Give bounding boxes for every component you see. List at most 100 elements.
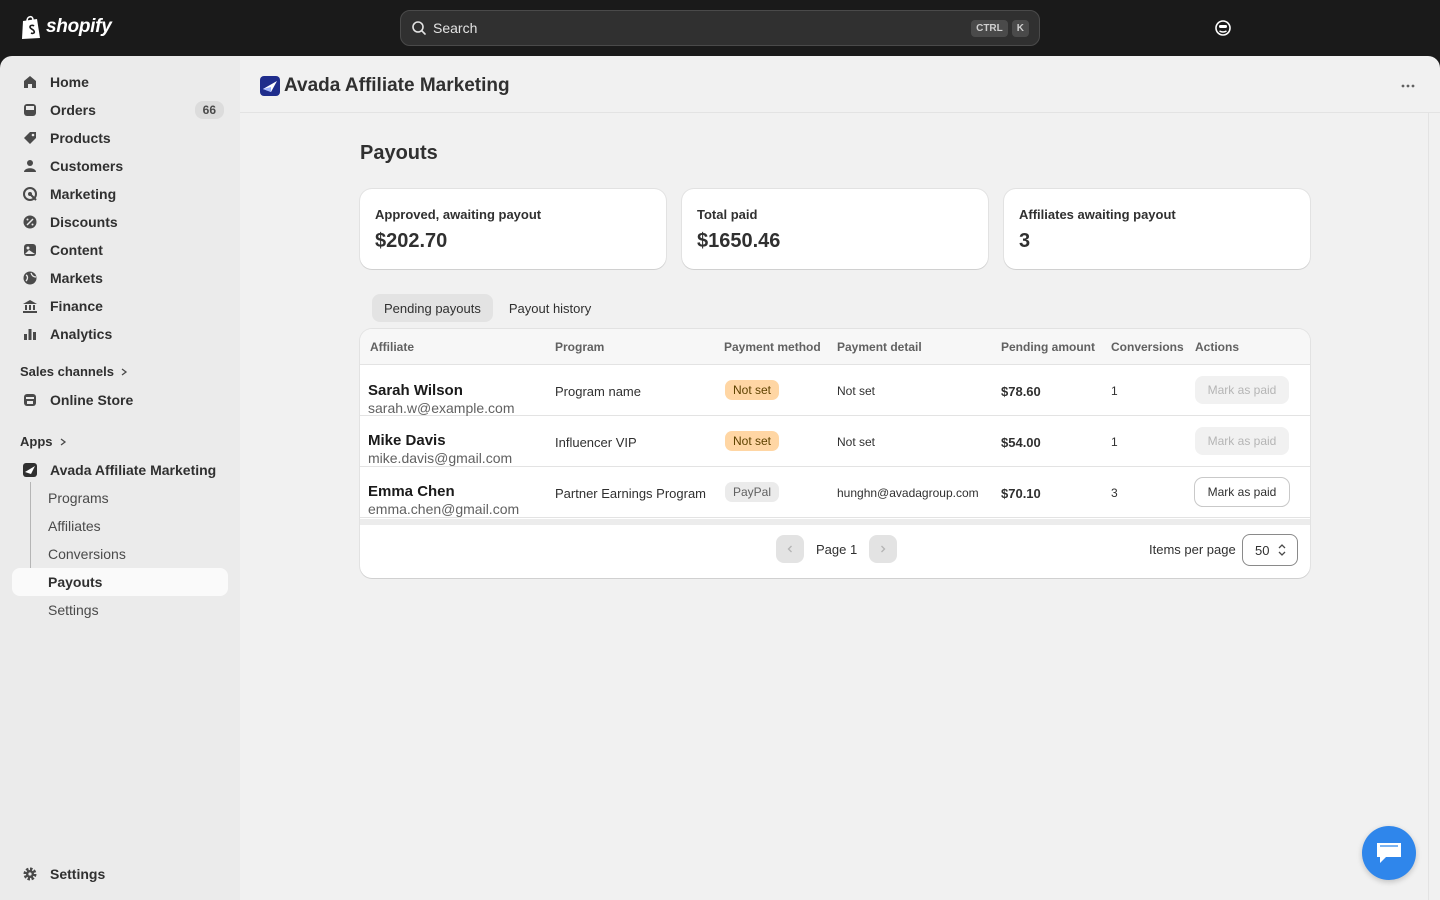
affiliate-name: Emma Chen: [368, 483, 455, 500]
shopify-logo[interactable]: shopify: [20, 14, 112, 40]
sidebar-subitem-payouts[interactable]: Payouts: [12, 568, 228, 596]
sidebar-item-label: Orders: [50, 102, 96, 118]
chat-support-button[interactable]: [1362, 826, 1416, 880]
sidebar-item-products[interactable]: Products: [12, 124, 228, 152]
chevron-left-icon: [787, 545, 792, 553]
storefront-icon: [24, 394, 36, 406]
payment-detail: Not set: [837, 435, 876, 449]
subitem-label: Affiliates: [48, 518, 101, 534]
sidebar-item-avada-app[interactable]: Avada Affiliate Marketing: [12, 456, 228, 484]
stat-label: Affiliates awaiting payout: [1019, 207, 1176, 222]
column-header: Affiliate: [370, 340, 415, 354]
conversions-count: 1: [1111, 384, 1118, 398]
shortcut-k: K: [1011, 19, 1029, 37]
scrollbar-track[interactable]: [1428, 113, 1440, 900]
shortcut-ctrl: CTRL: [971, 19, 1008, 37]
person-icon: [24, 160, 36, 172]
sidebar-subitem-programs[interactable]: Programs: [12, 484, 228, 512]
program-name: Program name: [555, 384, 641, 399]
pending-amount: $54.00: [1001, 435, 1041, 450]
sidebar-subitem-affiliates[interactable]: Affiliates: [12, 512, 228, 540]
payouts-table: Affiliate Program Payment method Payment…: [360, 329, 1310, 578]
content-icon: [24, 244, 36, 256]
sidebar-item-online-store[interactable]: Online Store: [12, 386, 228, 414]
sidebar-item-finance[interactable]: Finance: [12, 292, 228, 320]
avada-logo-icon: [263, 81, 277, 92]
bar-chart-icon: [24, 329, 36, 340]
sidebar-item-discounts[interactable]: Discounts: [12, 208, 228, 236]
stat-card-affiliates-awaiting: Affiliates awaiting payout 3: [1004, 189, 1310, 269]
tab-pending-payouts[interactable]: Pending payouts: [372, 294, 493, 322]
items-per-page-select[interactable]: 50: [1242, 534, 1298, 566]
sidebar-item-settings[interactable]: Settings: [12, 860, 228, 888]
sidebar-item-markets[interactable]: Markets: [12, 264, 228, 292]
bank-icon: [23, 300, 37, 313]
payment-method-badge: Not set: [725, 380, 780, 400]
globe-icon: [23, 271, 37, 285]
store-account-icon[interactable]: [1214, 19, 1232, 37]
affiliate-name: Mike Davis: [368, 432, 446, 449]
avada-app-icon: [23, 463, 37, 477]
sidebar-item-label: Products: [50, 130, 111, 146]
sidebar-item-label: Analytics: [50, 326, 113, 342]
table-row[interactable]: Mike Davis mike.davis@gmail.com Influenc…: [360, 416, 1310, 467]
affiliate-name: Sarah Wilson: [368, 382, 463, 399]
sidebar-item-orders[interactable]: Orders 66: [12, 96, 228, 124]
subitem-label: Conversions: [48, 546, 126, 562]
sidebar-subitem-settings[interactable]: Settings: [12, 596, 228, 624]
search-placeholder: Search: [433, 20, 478, 36]
affiliate-email: mike.davis@gmail.com: [368, 450, 513, 466]
tab-payout-history[interactable]: Payout history: [497, 294, 603, 322]
chat-bubble-icon: [1377, 843, 1401, 863]
stat-value: 3: [1019, 230, 1031, 252]
affiliate-email: emma.chen@gmail.com: [368, 501, 520, 517]
items-per-page-value: 50: [1255, 542, 1270, 558]
sidebar: Home Orders 66 Products Customers Market…: [0, 56, 240, 900]
sidebar-item-label: Home: [50, 74, 89, 90]
sidebar-item-label: Avada Affiliate Marketing: [50, 462, 217, 478]
main-content: Avada Affiliate Marketing Payouts Approv…: [240, 56, 1440, 900]
column-header: Actions: [1195, 340, 1240, 354]
sales-channels-section[interactable]: Sales channels: [20, 364, 128, 379]
column-header: Payment method: [724, 340, 821, 354]
inbox-icon: [24, 104, 36, 116]
sidebar-item-label: Customers: [50, 158, 124, 174]
sidebar-item-label: Marketing: [50, 186, 117, 202]
mark-as-paid-button[interactable]: Mark as paid: [1195, 478, 1289, 506]
horizontal-scrollbar[interactable]: [360, 519, 1310, 525]
search-bar[interactable]: Search CTRL K: [400, 10, 1040, 46]
table-row[interactable]: Emma Chen emma.chen@gmail.com Partner Ea…: [360, 467, 1310, 518]
top-bar: shopify Search CTRL K: [0, 0, 1440, 56]
app-header: Avada Affiliate Marketing: [240, 56, 1440, 113]
column-header: Payment detail: [837, 340, 922, 354]
mark-as-paid-button[interactable]: Mark as paid: [1195, 376, 1289, 404]
apps-section[interactable]: Apps: [20, 434, 67, 449]
previous-page-button[interactable]: [776, 535, 804, 563]
sidebar-subitem-conversions[interactable]: Conversions: [12, 540, 228, 568]
sidebar-item-label: Settings: [50, 866, 106, 882]
sidebar-item-analytics[interactable]: Analytics: [12, 320, 228, 348]
sidebar-item-label: Markets: [50, 270, 103, 286]
chevron-right-icon: [881, 545, 886, 553]
program-name: Partner Earnings Program: [555, 486, 707, 501]
shopify-wordmark: shopify: [46, 16, 112, 37]
conversions-count: 1: [1111, 435, 1118, 449]
gear-icon: [23, 867, 37, 881]
sidebar-item-marketing[interactable]: Marketing: [12, 180, 228, 208]
program-name: Influencer VIP: [555, 435, 637, 450]
payment-detail: Not set: [837, 384, 876, 398]
stat-value: $1650.46: [697, 230, 781, 252]
mark-as-paid-button[interactable]: Mark as paid: [1195, 427, 1289, 455]
avada-logo: [260, 76, 280, 96]
sidebar-item-content[interactable]: Content: [12, 236, 228, 264]
next-page-button[interactable]: [869, 535, 898, 563]
page-indicator: Page 1: [816, 541, 858, 557]
stat-card-awaiting: Approved, awaiting payout $202.70: [360, 189, 666, 269]
more-actions-icon[interactable]: [1400, 78, 1416, 94]
table-row[interactable]: Sarah Wilson sarah.w@example.com Program…: [360, 365, 1310, 416]
pending-amount: $70.10: [1001, 486, 1041, 501]
sidebar-item-home[interactable]: Home: [12, 68, 228, 96]
column-header: Conversions: [1111, 340, 1184, 354]
target-icon: [23, 187, 37, 201]
sidebar-item-customers[interactable]: Customers: [12, 152, 228, 180]
